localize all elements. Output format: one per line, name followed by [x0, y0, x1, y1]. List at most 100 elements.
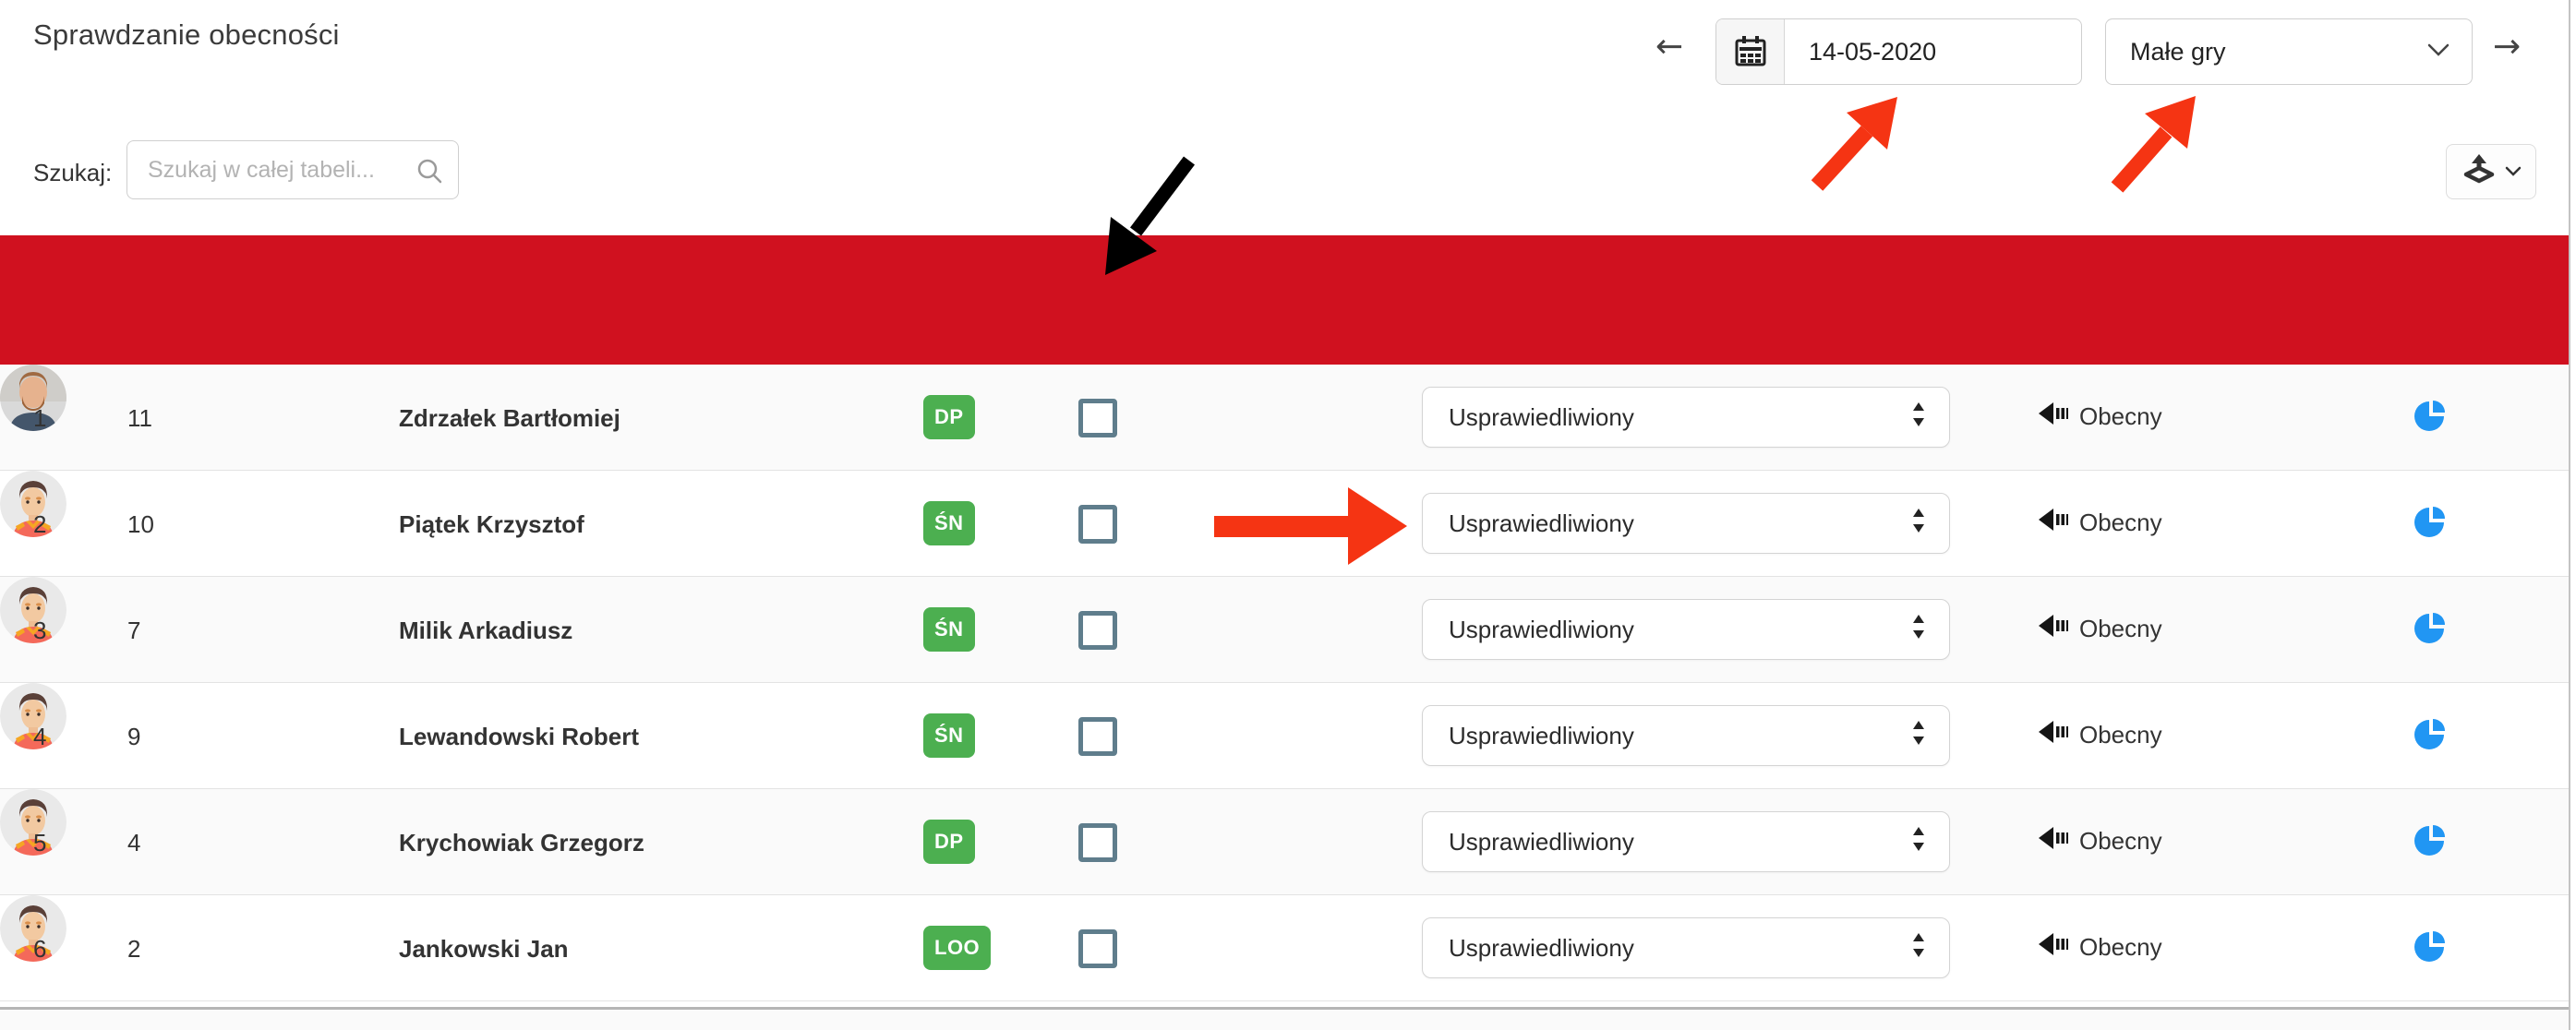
player-name: Krychowiak Grzegorz: [399, 829, 644, 857]
stats-pie-icon[interactable]: [2412, 611, 2447, 653]
position-cell: ŚN: [923, 501, 975, 545]
rewind-icon: [2037, 508, 2068, 538]
details-select[interactable]: Usprawiedliwiony: [1422, 705, 1950, 766]
row-index: 5: [33, 829, 46, 857]
event-type-select[interactable]: Małe gry: [2105, 18, 2473, 85]
previous-status-label: Obecny: [2079, 721, 2162, 749]
details-select-value: Usprawiedliwiony: [1423, 403, 1912, 432]
row-index: 2: [33, 510, 46, 539]
annotation-arrow-red-date: [1817, 97, 1897, 186]
details-cell: Usprawiedliwiony: [1422, 387, 1950, 448]
position-badge: LOO: [923, 926, 991, 970]
previous-status-label: Obecny: [2079, 509, 2162, 537]
export-button[interactable]: [2446, 144, 2536, 199]
player-number: 11: [127, 404, 152, 433]
stats-pie-icon[interactable]: [2412, 717, 2447, 759]
select-stepper-icon: [1912, 508, 1925, 540]
table-header: Lp Nr Zawodnik Pozycja Obecny Szczegóły …: [0, 235, 2576, 365]
position-badge: ŚN: [923, 607, 975, 652]
position-badge: ŚN: [923, 501, 975, 545]
details-cell: Usprawiedliwiony: [1422, 599, 1950, 660]
position-cell: DP: [923, 820, 975, 864]
previous-status-cell: Obecny: [2037, 932, 2162, 963]
details-select-value: Usprawiedliwiony: [1423, 616, 1912, 644]
present-checkbox[interactable]: [1078, 611, 1117, 650]
player-name: Lewandowski Robert: [399, 723, 639, 751]
event-type-value: Małe gry: [2106, 38, 2427, 66]
export-icon: [2461, 152, 2498, 192]
previous-status-cell: Obecny: [2037, 826, 2162, 856]
date-input[interactable]: 14-05-2020: [1785, 19, 2081, 84]
table-row: 5 4: [0, 789, 2576, 895]
details-select[interactable]: Usprawiedliwiony: [1422, 599, 1950, 660]
scrollbar-track[interactable]: [2569, 0, 2576, 1030]
table-row: 4 9: [0, 683, 2576, 789]
calendar-button[interactable]: [1716, 19, 1785, 84]
details-select-value: Usprawiedliwiony: [1423, 828, 1912, 856]
select-stepper-icon: [1912, 826, 1925, 858]
rewind-icon: [2037, 401, 2068, 432]
table-row: 6 2: [0, 895, 2576, 1001]
details-cell: Usprawiedliwiony: [1422, 811, 1950, 872]
stats-pie-icon[interactable]: [2412, 399, 2447, 440]
details-select[interactable]: Usprawiedliwiony: [1422, 811, 1950, 872]
player-name: Piątek Krzysztof: [399, 510, 584, 539]
page-bottom-band: [0, 1010, 2576, 1030]
present-checkbox[interactable]: [1078, 717, 1117, 756]
details-select-value: Usprawiedliwiony: [1423, 509, 1912, 538]
player-number: 9: [127, 723, 140, 751]
present-checkbox[interactable]: [1078, 929, 1117, 968]
player-number: 7: [127, 617, 140, 645]
search-field[interactable]: [126, 140, 459, 199]
calendar-icon: [1734, 34, 1767, 70]
previous-status-label: Obecny: [2079, 615, 2162, 643]
previous-status-cell: Obecny: [2037, 508, 2162, 538]
search-input[interactable]: [127, 141, 458, 198]
details-select[interactable]: Usprawiedliwiony: [1422, 493, 1950, 554]
player-name: Milik Arkadiusz: [399, 617, 572, 645]
date-picker[interactable]: 14-05-2020: [1715, 18, 2082, 85]
stats-pie-icon[interactable]: [2412, 823, 2447, 865]
rewind-icon: [2037, 614, 2068, 644]
details-cell: Usprawiedliwiony: [1422, 917, 1950, 978]
row-index: 6: [33, 935, 46, 964]
previous-status-label: Obecny: [2079, 933, 2162, 962]
row-index: 4: [33, 723, 46, 751]
details-cell: Usprawiedliwiony: [1422, 705, 1950, 766]
select-stepper-icon: [1912, 720, 1925, 752]
page-title: Sprawdzanie obecności: [33, 18, 340, 52]
stats-pie-icon[interactable]: [2412, 929, 2447, 971]
position-cell: DP: [923, 395, 975, 439]
next-day-button[interactable]: →: [2493, 28, 2521, 66]
previous-status-cell: Obecny: [2037, 720, 2162, 750]
details-select[interactable]: Usprawiedliwiony: [1422, 917, 1950, 978]
player-name: Zdrzałek Bartłomiej: [399, 404, 620, 433]
previous-status-label: Obecny: [2079, 827, 2162, 856]
select-stepper-icon: [1912, 932, 1925, 964]
stats-pie-icon[interactable]: [2412, 505, 2447, 546]
select-stepper-icon: [1912, 614, 1925, 646]
table-row: 1 11: [0, 365, 2576, 471]
details-select-value: Usprawiedliwiony: [1423, 934, 1912, 963]
previous-status-cell: Obecny: [2037, 614, 2162, 644]
player-number: 10: [127, 510, 154, 539]
player-number: 4: [127, 829, 140, 857]
select-stepper-icon: [1912, 401, 1925, 434]
previous-day-button[interactable]: ←: [1655, 28, 1683, 66]
present-checkbox[interactable]: [1078, 399, 1117, 437]
rewind-icon: [2037, 932, 2068, 963]
previous-status-cell: Obecny: [2037, 401, 2162, 432]
position-cell: LOO: [923, 926, 991, 970]
player-number: 2: [127, 935, 140, 964]
present-checkbox[interactable]: [1078, 505, 1117, 544]
rewind-icon: [2037, 720, 2068, 750]
position-cell: ŚN: [923, 713, 975, 758]
search-label: Szukaj:: [33, 159, 112, 187]
present-checkbox[interactable]: [1078, 823, 1117, 862]
table-body: 1 11: [0, 365, 2576, 1001]
details-select[interactable]: Usprawiedliwiony: [1422, 387, 1950, 448]
chevron-down-icon: [2427, 43, 2450, 61]
position-cell: ŚN: [923, 607, 975, 652]
row-index: 3: [33, 617, 46, 645]
export-chevron-down-icon: [2505, 165, 2522, 179]
